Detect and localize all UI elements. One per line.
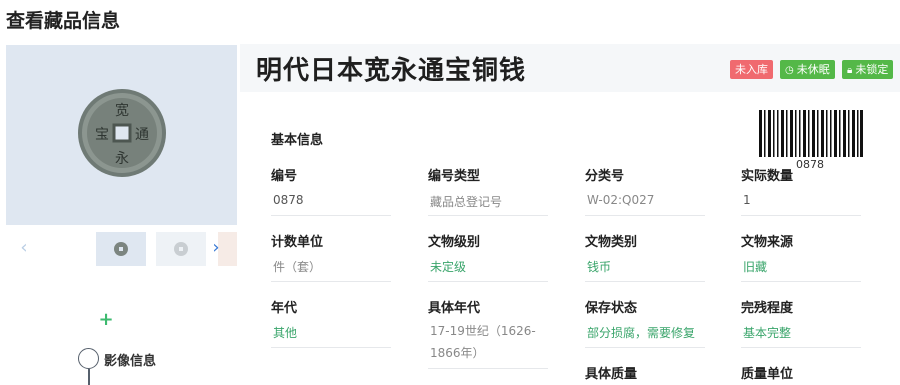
- field-label-era: 年代: [271, 301, 298, 316]
- timeline-label-image-info[interactable]: 影像信息: [104, 350, 156, 369]
- svg-text:宽: 宽: [115, 102, 129, 119]
- field-divider: [428, 215, 548, 216]
- field-label-relic-level: 文物级别: [428, 235, 481, 250]
- field-label-specific-mass: 具体质量: [585, 367, 638, 382]
- barcode: [759, 110, 863, 157]
- field-divider: [585, 215, 705, 216]
- field-value-specific-era: 17-19世纪（1626-1866年）: [430, 324, 536, 360]
- field-value-completeness: 基本完整: [743, 326, 792, 340]
- clock-icon: ◷: [785, 65, 794, 76]
- field-divider: [428, 368, 548, 369]
- coin-thumbnail-icon: [174, 242, 188, 256]
- field-value-era: 其他: [273, 326, 298, 340]
- field-divider: [741, 347, 861, 348]
- coin-image: 宽 永 宝 通: [78, 89, 166, 177]
- thumbnail-2[interactable]: [156, 232, 206, 266]
- chevron-right-icon[interactable]: ›: [208, 238, 224, 258]
- field-label-number-type: 编号类型: [428, 169, 481, 184]
- field-label-completeness: 完残程度: [741, 301, 794, 316]
- field-divider: [741, 215, 861, 216]
- field-divider: [271, 347, 391, 348]
- field-label-relic-source: 文物来源: [741, 235, 794, 250]
- lock-icon: 🔒︎: [847, 65, 853, 76]
- field-value-number: 0878: [273, 193, 304, 207]
- field-value-actual-quantity: 1: [743, 193, 751, 207]
- status-badge-storage: 未入库: [730, 60, 773, 79]
- object-title: 明代日本宽永通宝铜钱: [256, 56, 527, 86]
- svg-text:宝: 宝: [95, 127, 109, 143]
- svg-text:通: 通: [135, 127, 149, 143]
- field-divider: [585, 281, 705, 282]
- coin-thumbnail-icon: [114, 242, 128, 256]
- plus-icon[interactable]: +: [98, 311, 114, 329]
- svg-text:永: 永: [115, 151, 129, 167]
- field-divider: [428, 281, 548, 282]
- field-value-number-type: 藏品总登记号: [430, 195, 503, 209]
- field-divider: [741, 281, 861, 282]
- chevron-left-icon[interactable]: ‹: [16, 238, 32, 258]
- section-title-basic-info: 基本信息: [271, 133, 324, 148]
- field-label-actual-quantity: 实际数量: [741, 169, 794, 184]
- field-label-number: 编号: [271, 169, 298, 184]
- main-image[interactable]: 宽 永 宝 通: [6, 45, 237, 225]
- field-divider: [585, 347, 705, 348]
- badge-label: 未入库: [735, 63, 768, 76]
- field-divider: [271, 215, 391, 216]
- field-divider: [271, 281, 391, 282]
- timeline-line: [88, 369, 90, 385]
- field-value-preservation: 部分损腐，需要修复: [587, 326, 696, 340]
- barcode-number: 0878: [796, 158, 824, 171]
- status-badge-dormant: ◷ 未休眠: [780, 60, 835, 79]
- thumbnail-carousel: ‹ ›: [6, 232, 237, 266]
- field-value-relic-category: 钱币: [587, 260, 612, 274]
- field-label-specific-era: 具体年代: [428, 301, 481, 316]
- field-value-relic-source: 旧藏: [743, 260, 768, 274]
- field-label-class-number: 分类号: [585, 169, 625, 184]
- timeline-node: [78, 348, 99, 369]
- badge-label: 未锁定: [855, 63, 889, 76]
- image-panel: 宽 永 宝 通 ‹ › + 影像信息: [0, 40, 240, 385]
- badge-label: 未休眠: [796, 63, 830, 76]
- field-label-relic-category: 文物类别: [585, 235, 638, 250]
- page-title: 查看藏品信息: [6, 10, 121, 32]
- field-value-class-number: W-02:Q027: [587, 193, 655, 207]
- field-value-count-unit: 件（套）: [273, 260, 322, 274]
- field-value-relic-level: 未定级: [430, 260, 467, 274]
- field-label-preservation: 保存状态: [585, 301, 638, 316]
- field-label-mass-unit: 质量单位: [741, 367, 794, 382]
- thumbnail-1[interactable]: [96, 232, 146, 266]
- field-label-count-unit: 计数单位: [271, 235, 324, 250]
- status-badge-locked: 🔒︎ 未锁定: [842, 60, 894, 79]
